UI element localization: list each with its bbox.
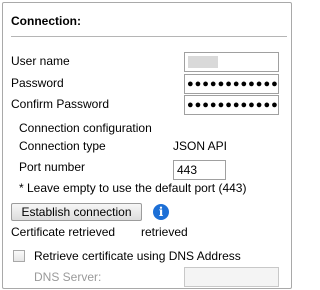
username-redacted-value bbox=[188, 56, 218, 68]
port-label: Port number bbox=[19, 160, 86, 174]
section-title: Connection: bbox=[11, 14, 81, 28]
confirm-password-label: Confirm Password bbox=[11, 97, 110, 111]
dns-checkbox-label: Retrieve certificate using DNS Address bbox=[34, 249, 241, 263]
establish-connection-button[interactable]: Establish connection bbox=[11, 203, 142, 221]
port-input[interactable]: 443 bbox=[173, 160, 226, 180]
connection-type-label: Connection type bbox=[19, 139, 106, 153]
dns-server-label: DNS Server: bbox=[34, 270, 102, 284]
username-label: User name bbox=[11, 54, 70, 68]
password-label: Password bbox=[11, 76, 64, 90]
certificate-status: retrieved bbox=[141, 225, 188, 239]
info-icon[interactable]: i bbox=[153, 204, 169, 220]
confirm-password-input[interactable]: ●●●●●●●●●●●●●●● bbox=[184, 95, 279, 115]
section-divider bbox=[11, 36, 287, 37]
connection-type-value: JSON API bbox=[173, 139, 228, 153]
certificate-label: Certificate retrieved bbox=[11, 225, 116, 239]
username-input[interactable] bbox=[184, 52, 279, 72]
port-hint: * Leave empty to use the default port (4… bbox=[19, 181, 247, 195]
config-heading: Connection configuration bbox=[19, 121, 152, 135]
password-input[interactable]: ●●●●●●●●●●●●●●● bbox=[184, 74, 279, 94]
dns-checkbox[interactable] bbox=[13, 250, 25, 262]
connection-panel: Connection: User name Password ●●●●●●●●●… bbox=[2, 2, 292, 289]
dns-server-input[interactable] bbox=[184, 267, 279, 287]
